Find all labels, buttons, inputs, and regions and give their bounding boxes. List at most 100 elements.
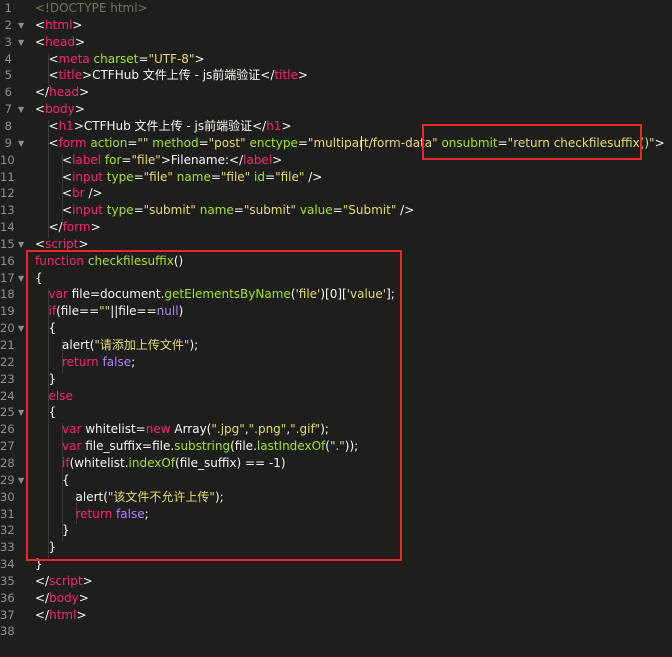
code-token: "" [137,135,149,150]
code-token: </ [35,607,50,622]
code-line[interactable]: 4 <meta charset="UTF-8"> [0,51,672,68]
code-token: < [35,34,46,49]
code-token: "multipart/form-data" [307,135,438,150]
code-token: = [210,169,221,184]
line-number: 24 [0,388,15,403]
code-token: = [121,152,132,167]
line-number: 36 [0,590,15,605]
code-line[interactable]: 11 <input type="file" name="file" id="fil… [0,169,672,186]
code-line[interactable]: 7 ▼ <body> [0,101,672,118]
line-number: 25 [0,405,15,420]
code-token: < [48,68,59,83]
code-token: "UTF-8" [148,51,195,66]
code-token: <!DOCTYPE html> [35,1,148,15]
code-token: type [106,169,134,184]
code-text: <body> [35,101,85,118]
fold-arrow-icon[interactable]: ▼ [18,236,24,253]
code-token: < [48,135,59,150]
code-token: name [199,203,234,218]
fold-arrow-icon[interactable]: ▼ [18,270,24,287]
line-number: 2 [4,17,12,32]
code-text: <html> [35,17,82,34]
code-token: head [49,85,80,100]
code-token: > [78,236,89,251]
code-token: head [45,34,76,49]
code-line[interactable]: 14 </form> [0,219,672,236]
fold-arrow-icon[interactable]: ▼ [18,17,24,34]
code-token: > [281,118,292,133]
code-token: script [49,573,83,588]
code-line[interactable]: 38 [0,623,672,640]
code-token: = [127,135,138,150]
code-token: /> [396,203,415,218]
code-token: = [133,203,144,218]
code-line[interactable]: 5 <title>CTFHub 文件上传 - js前端验证</title> [0,67,672,84]
line-number: 35 [0,573,15,588]
line-number: 32 [0,523,15,538]
code-token: = [198,135,209,150]
line-number: 38 [0,624,15,639]
code-token: br [72,186,85,201]
fold-arrow-icon[interactable]: ▼ [18,472,24,489]
code-token: "file" [275,169,305,184]
code-token: /> [304,169,323,184]
code-token: > [654,135,665,150]
line-number: 33 [0,540,15,555]
code-text: </body> [35,590,89,607]
code-token: < [35,17,46,32]
code-token: >CTFHub 文件上传 - js前端验证</ [73,118,267,133]
line-number: 5 [4,68,12,83]
code-token: > [194,51,205,66]
line-number: 18 [0,287,15,302]
line-number: 27 [0,439,15,454]
code-token: > [297,68,308,83]
text-cursor [361,136,362,151]
code-token: type [106,203,134,218]
fold-arrow-icon[interactable]: ▼ [18,135,24,152]
code-token: > [76,607,87,622]
code-token: name [176,169,211,184]
code-token: < [62,186,73,201]
code-token: script [45,236,79,251]
code-line[interactable]: 36 </body> [0,590,672,607]
code-token: > [272,152,283,167]
code-token: < [62,203,73,218]
code-line[interactable]: 13 <input type="submit" name="submit" val… [0,202,672,219]
code-token: </ [35,590,50,605]
code-line[interactable]: 3 ▼ <head> [0,34,672,51]
fold-arrow-icon[interactable]: ▼ [18,101,24,118]
line-number: 9 [4,135,12,150]
code-token: method [152,135,199,150]
code-token: > [75,34,86,49]
line-number: 11 [0,169,15,184]
highlight-box-function [26,250,402,561]
line-number: 16 [0,253,15,268]
code-token: h1 [58,118,74,133]
code-token: input [72,169,103,184]
code-token: "file" [143,169,173,184]
line-number: 23 [0,371,15,386]
code-line[interactable]: 12 <br /> [0,185,672,202]
code-token: </ [35,573,50,588]
line-number: 37 [0,607,15,622]
code-text: <h1>CTFHub 文件上传 - js前端验证</h1> [49,118,292,135]
fold-arrow-icon[interactable]: ▼ [18,320,24,337]
code-token: = [297,135,308,150]
line-number: 10 [0,152,15,167]
code-text: </html> [35,607,87,624]
code-line[interactable]: 6 </head> [0,84,672,101]
code-token: </ [48,220,63,235]
code-token: action [90,135,128,150]
code-token: form [58,135,87,150]
code-line[interactable]: 1 <!DOCTYPE html> [0,0,672,17]
code-token: /> [84,186,103,201]
code-line[interactable]: 37 </html> [0,607,672,624]
code-token: > [79,85,90,100]
code-line[interactable]: 35 </script> [0,573,672,590]
fold-arrow-icon[interactable]: ▼ [18,34,24,51]
code-line[interactable]: 2 ▼ <html> [0,17,672,34]
fold-arrow-icon[interactable]: ▼ [18,404,24,421]
code-text: <!DOCTYPE html> [35,0,148,17]
code-text: <title>CTFHub 文件上传 - js前端验证</title> [49,67,308,84]
code-editor[interactable]: 38 37 </html> 36 </body> 35 </script> 34} 33} 32}… [0,0,672,657]
